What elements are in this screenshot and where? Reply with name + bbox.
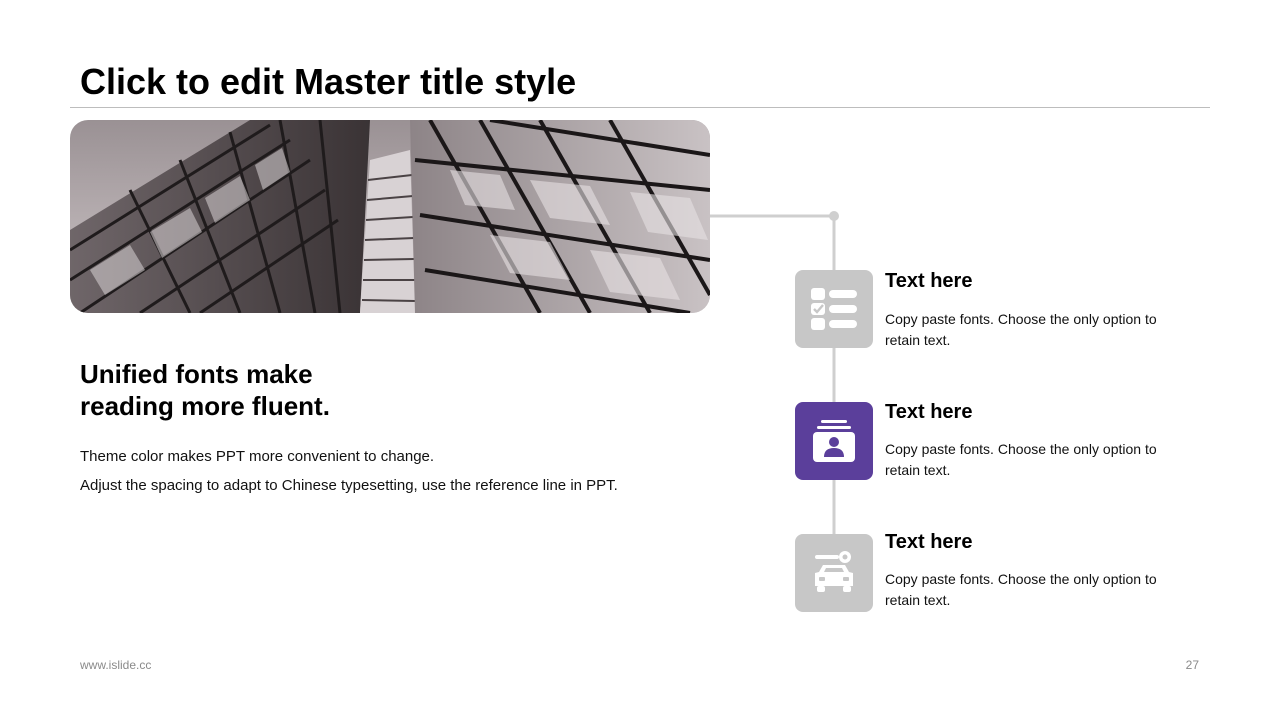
- footer-website[interactable]: www.islide.cc: [80, 658, 151, 672]
- item-2-title: Text here: [885, 401, 973, 423]
- body-line-1: Theme color makes PPT more convenient to…: [80, 448, 435, 465]
- item-1-icon-tile: [795, 270, 873, 348]
- section-heading: Unified fonts make reading more fluent.: [80, 358, 500, 422]
- body-paragraph: Theme color makes PPT more convenient to…: [80, 442, 620, 500]
- item-2-description: Copy paste fonts. Choose the only option…: [885, 441, 1157, 478]
- body-line-2: Adjust the spacing to adapt to Chinese t…: [80, 477, 618, 494]
- item-3-description: Copy paste fonts. Choose the only option…: [885, 571, 1157, 608]
- id-card-icon: [813, 420, 855, 462]
- page-number: 27: [1185, 658, 1199, 672]
- checklist-icon: [811, 288, 857, 330]
- heading-line-1: Unified fonts make: [80, 359, 313, 389]
- car-key-icon: [815, 551, 853, 592]
- item-2-icon-tile: [795, 402, 873, 480]
- item-1-title: Text here: [885, 270, 973, 292]
- heading-line-2: reading more fluent.: [80, 391, 330, 421]
- item-3-title: Text here: [885, 531, 973, 553]
- item-3-icon-tile: [795, 534, 873, 612]
- item-1-description: Copy paste fonts. Choose the only option…: [885, 311, 1157, 348]
